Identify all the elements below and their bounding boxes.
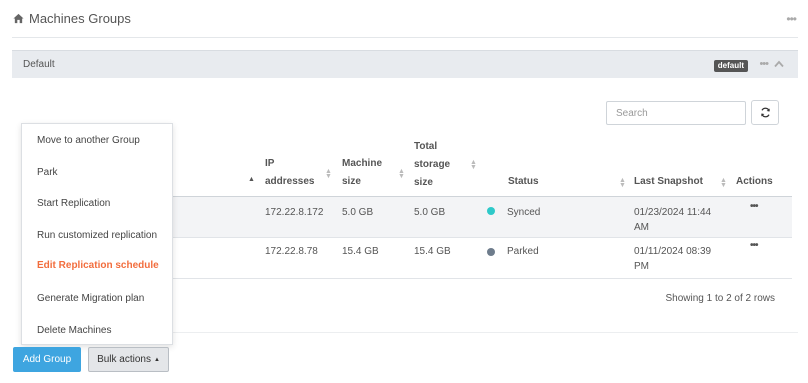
- status-parked-dot-icon: [487, 248, 495, 256]
- page-menu-icon[interactable]: •••: [786, 12, 797, 26]
- page-title: Machines Groups: [29, 11, 131, 26]
- bulk-actions-menu: Move to another Group Park Start Replica…: [21, 123, 173, 345]
- menu-item-delete-machines[interactable]: Delete Machines: [37, 325, 111, 336]
- group-badge: default: [713, 60, 748, 72]
- row-actions-icon[interactable]: •••: [750, 201, 758, 212]
- total-storage-cell: 15.4 GB: [414, 246, 451, 257]
- sort-icon[interactable]: ▲ ▼: [720, 177, 727, 189]
- pagination-info: Showing 1 to 2 of 2 rows: [665, 293, 775, 304]
- menu-item-edit-replication-schedule[interactable]: Edit Replication schedule: [37, 260, 159, 271]
- header-divider: [12, 37, 798, 38]
- sort-icon[interactable]: ▲ ▼: [470, 159, 477, 171]
- menu-item-move-group[interactable]: Move to another Group: [37, 135, 140, 146]
- row-actions-icon[interactable]: •••: [750, 240, 758, 251]
- home-icon: [13, 13, 24, 24]
- machine-size-cell: 5.0 GB: [342, 207, 374, 218]
- sort-asc-icon[interactable]: ▲: [248, 176, 255, 183]
- group-menu-icon[interactable]: •••: [759, 58, 769, 70]
- add-group-button[interactable]: Add Group: [13, 347, 81, 372]
- menu-item-park[interactable]: Park: [37, 167, 58, 178]
- column-header-last-snapshot[interactable]: Last Snapshot: [634, 173, 703, 191]
- ip-cell: 172.22.8.78: [265, 246, 318, 257]
- column-header-status[interactable]: Status: [508, 173, 539, 191]
- search-input[interactable]: [606, 101, 746, 125]
- sort-icon[interactable]: ▲ ▼: [619, 177, 626, 189]
- footer-divider: [173, 332, 798, 333]
- refresh-icon: [760, 107, 770, 118]
- bulk-actions-button[interactable]: Bulk actions ▲: [88, 347, 169, 372]
- snapshot-cell: 01/23/2024 11:44 AM: [634, 207, 712, 233]
- sort-icon[interactable]: ▲ ▼: [398, 168, 405, 180]
- bulk-actions-label: Bulk actions: [97, 354, 151, 365]
- row-divider: [173, 278, 792, 279]
- status-cell: Parked: [507, 246, 539, 257]
- caret-up-icon: ▲: [153, 356, 160, 363]
- status-synced-dot-icon: [487, 207, 495, 215]
- group-panel-header[interactable]: Default default •••: [12, 50, 798, 78]
- chevron-up-icon[interactable]: [774, 60, 784, 68]
- snapshot-cell: 01/11/2024 08:39 PM: [634, 246, 712, 272]
- column-header-total-storage[interactable]: Total storage size: [414, 138, 450, 192]
- menu-item-start-replication[interactable]: Start Replication: [37, 198, 110, 209]
- ip-cell: 172.22.8.172: [265, 207, 324, 218]
- column-header-ip[interactable]: IP addresses: [265, 155, 314, 191]
- column-header-machine-size[interactable]: Machine size: [342, 155, 382, 191]
- refresh-button[interactable]: [751, 100, 779, 125]
- machine-size-cell: 15.4 GB: [342, 246, 379, 257]
- menu-item-generate-migration-plan[interactable]: Generate Migration plan: [37, 293, 144, 304]
- page-header: Machines Groups: [13, 11, 131, 26]
- column-header-actions: Actions: [736, 176, 773, 187]
- sort-icon[interactable]: ▲ ▼: [325, 168, 332, 180]
- total-storage-cell: 5.0 GB: [414, 207, 446, 218]
- group-name: Default: [23, 59, 55, 70]
- menu-item-run-customized-replication[interactable]: Run customized replication: [37, 230, 157, 241]
- status-cell: Synced: [507, 207, 541, 218]
